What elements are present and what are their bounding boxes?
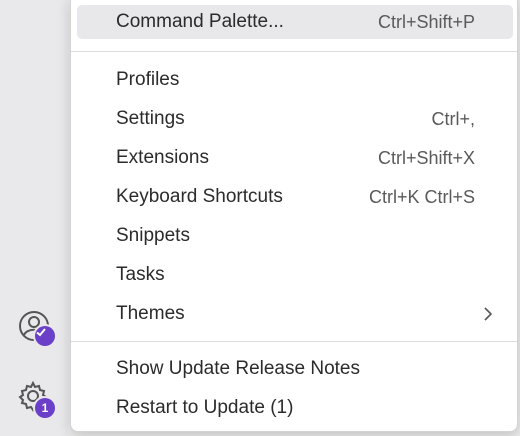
manage-context-menu: Command Palette... Ctrl+Shift+P Profiles… (70, 0, 518, 432)
menu-item-label: Extensions (116, 147, 209, 168)
menu-item-shortcut: Ctrl+, (431, 108, 475, 129)
accounts-check-badge (35, 326, 55, 346)
menu-item-label: Tasks (116, 264, 165, 285)
menu-item-extensions[interactable]: Extensions Ctrl+Shift+X (77, 141, 513, 175)
activity-bar: 1 (0, 0, 68, 436)
menu-item-label: Snippets (116, 225, 190, 246)
menu-item-themes[interactable]: Themes (77, 297, 513, 331)
menu-item-profiles[interactable]: Profiles (77, 63, 513, 97)
menu-item-label: Show Update Release Notes (116, 358, 360, 379)
menu-item-settings[interactable]: Settings Ctrl+, (77, 102, 513, 136)
menu-item-tasks[interactable]: Tasks (77, 258, 513, 292)
menu-item-show-update-release-notes[interactable]: Show Update Release Notes (77, 352, 513, 386)
menu-item-label: Command Palette... (116, 11, 284, 32)
menu-separator (71, 51, 517, 52)
menu-item-label: Settings (116, 108, 185, 129)
menu-item-label: Keyboard Shortcuts (116, 186, 283, 207)
menu-item-keyboard-shortcuts[interactable]: Keyboard Shortcuts Ctrl+K Ctrl+S (77, 180, 513, 214)
menu-item-shortcut: Ctrl+Shift+P (377, 11, 475, 32)
menu-item-shortcut: Ctrl+K Ctrl+S (368, 186, 475, 207)
menu-item-label: Restart to Update (1) (116, 397, 294, 418)
menu-separator (71, 341, 517, 342)
update-count-badge: 1 (35, 398, 55, 418)
menu-item-restart-to-update[interactable]: Restart to Update (1) (77, 391, 513, 425)
manage-button[interactable]: 1 (14, 378, 55, 418)
menu-item-snippets[interactable]: Snippets (77, 219, 513, 253)
menu-item-command-palette[interactable]: Command Palette... Ctrl+Shift+P (77, 5, 513, 39)
chevron-right-icon (484, 307, 493, 321)
menu-item-label: Themes (116, 303, 185, 324)
accounts-button[interactable] (14, 306, 55, 346)
check-icon (36, 328, 46, 337)
menu-item-label: Profiles (116, 69, 180, 90)
menu-item-shortcut: Ctrl+Shift+X (377, 147, 475, 168)
